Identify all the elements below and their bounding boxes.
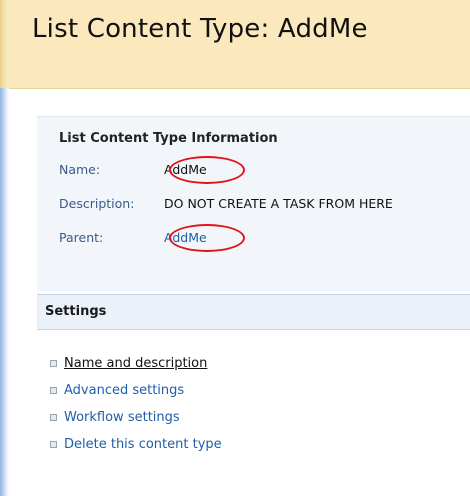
name-highlight-circle [169, 156, 245, 184]
bullet-square-icon [50, 414, 57, 421]
content-type-info-panel: List Content Type Information Name: AddMe… [37, 116, 470, 291]
settings-list: Name and description Advanced settings W… [50, 350, 222, 458]
page-title: List Content Type: AddMe [32, 14, 368, 44]
parent-highlight-circle [169, 224, 245, 252]
title-bar: List Content Type: AddMe [9, 0, 470, 89]
description-value: DO NOT CREATE A TASK FROM HERE [164, 196, 393, 211]
left-rail-top [0, 0, 9, 88]
bullet-square-icon [50, 387, 57, 394]
settings-section-header: Settings [37, 294, 470, 330]
description-row: Description: DO NOT CREATE A TASK FROM HE… [59, 196, 393, 211]
workflow-settings-link[interactable]: Workflow settings [64, 410, 180, 425]
settings-title: Settings [45, 304, 107, 319]
description-label: Description: [59, 196, 135, 211]
parent-label: Parent: [59, 230, 104, 245]
name-and-description-link[interactable]: Name and description [64, 356, 207, 371]
settings-item-advanced-settings: Advanced settings [50, 377, 222, 404]
bullet-square-icon [50, 360, 57, 367]
settings-item-delete-content-type: Delete this content type [50, 431, 222, 458]
settings-item-workflow-settings: Workflow settings [50, 404, 222, 431]
name-label: Name: [59, 162, 101, 177]
bullet-square-icon [50, 441, 57, 448]
info-heading: List Content Type Information [59, 131, 278, 146]
delete-content-type-link[interactable]: Delete this content type [64, 437, 222, 452]
settings-item-name-and-description: Name and description [50, 350, 222, 377]
page: List Content Type: AddMe List Content Ty… [0, 0, 470, 496]
advanced-settings-link[interactable]: Advanced settings [64, 383, 184, 398]
